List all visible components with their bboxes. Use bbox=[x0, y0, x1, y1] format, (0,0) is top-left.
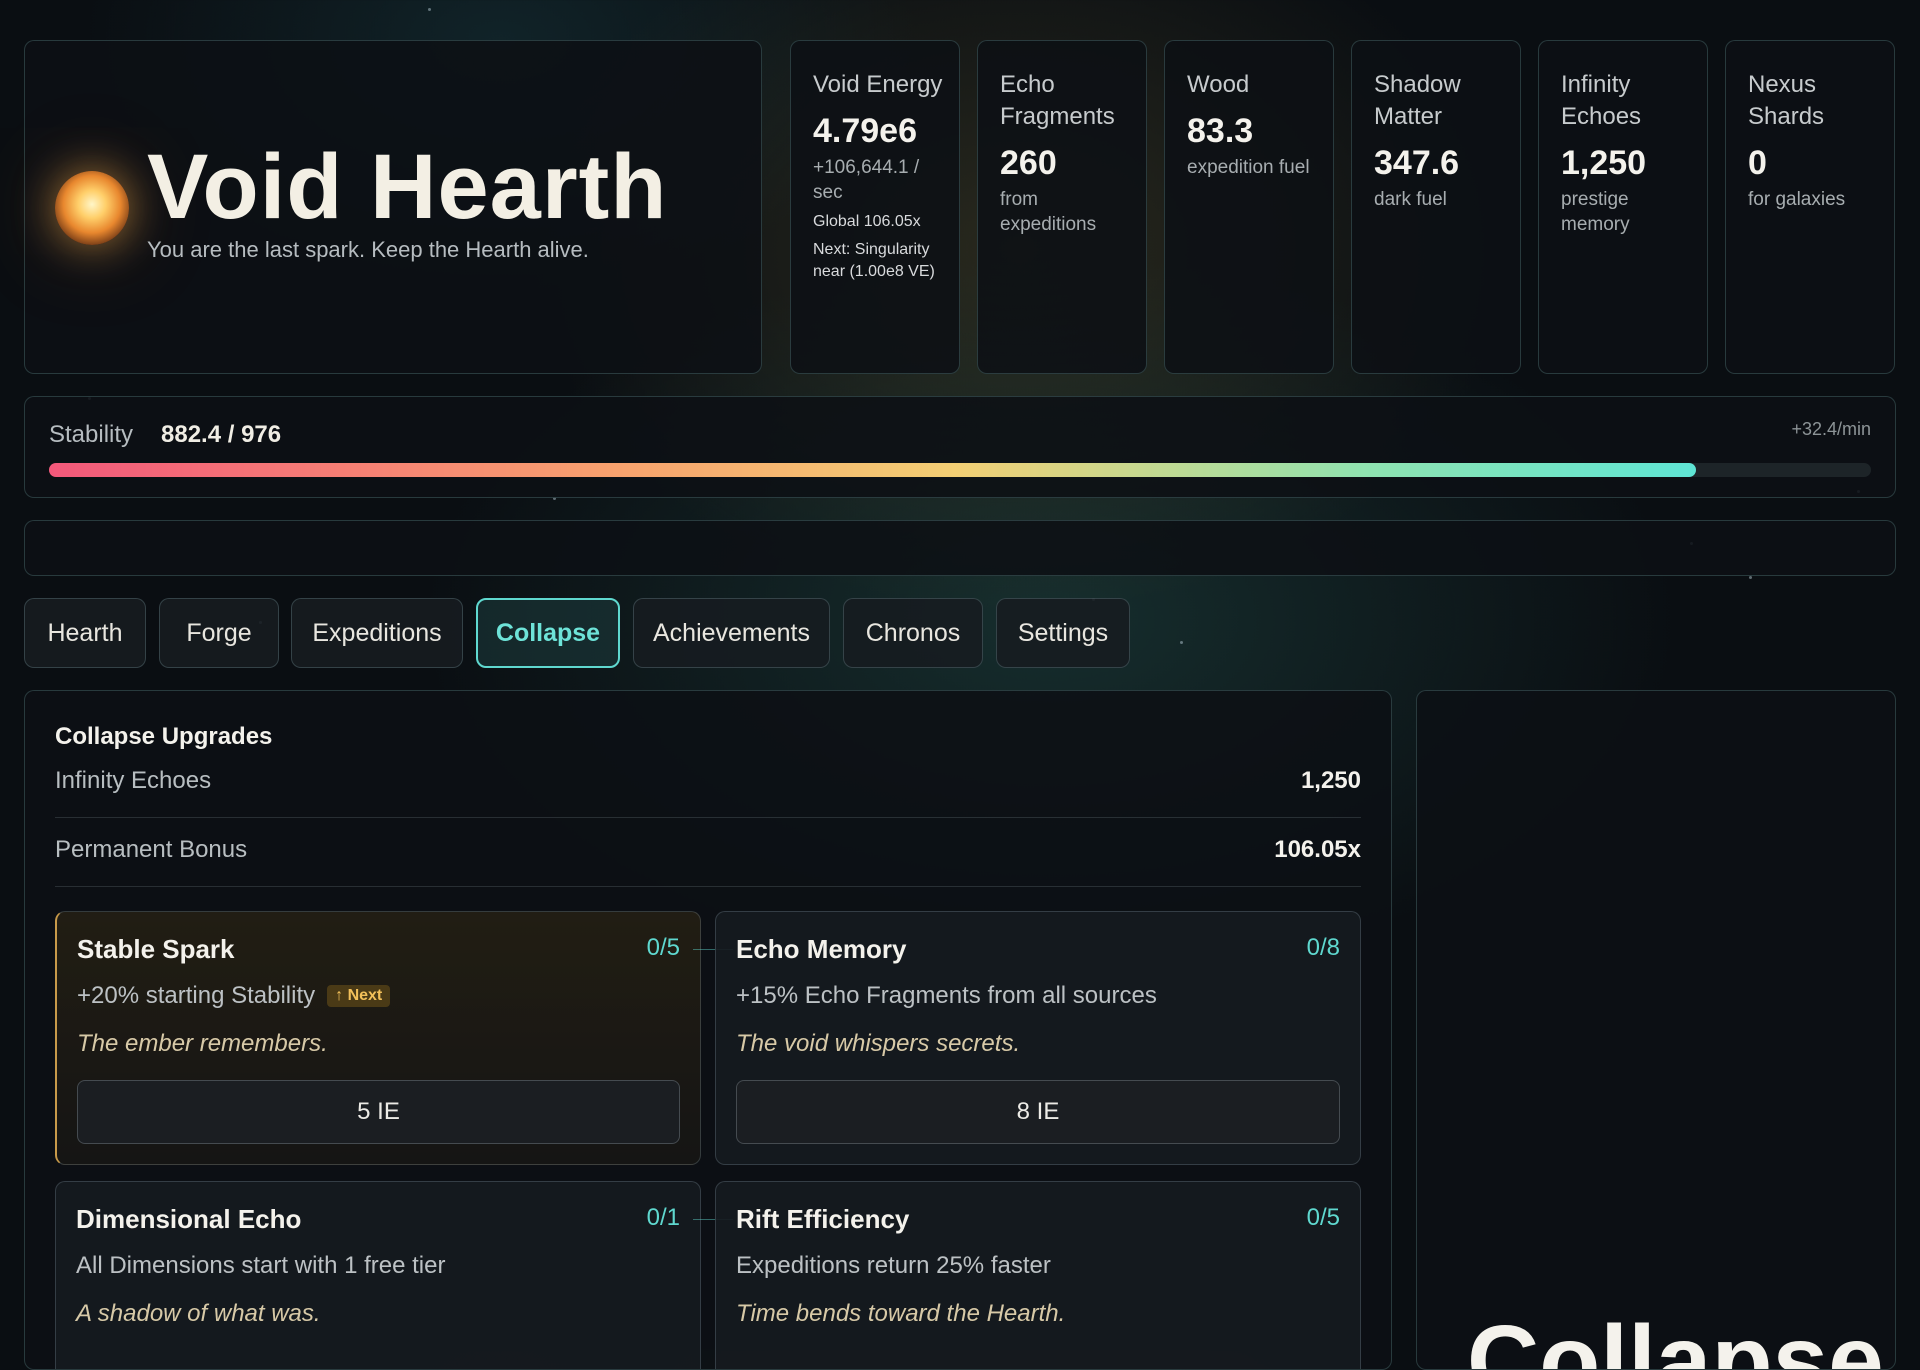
stability-bar bbox=[49, 463, 1871, 477]
global-multiplier: Global 106.05x bbox=[813, 213, 921, 230]
stat-permanent-bonus: Permanent Bonus 106.05x bbox=[55, 818, 1361, 887]
game-title: Void Hearth bbox=[147, 136, 668, 238]
section-title: Collapse Upgrades bbox=[55, 723, 273, 750]
resource-label: Echo Fragments bbox=[1000, 71, 1115, 130]
upgrade-name: Echo Memory bbox=[736, 934, 907, 964]
upgrade-description: All Dimensions start with 1 free tier bbox=[76, 1252, 446, 1279]
tab-settings[interactable]: Settings bbox=[996, 598, 1130, 668]
resource-value: 83.3 bbox=[1187, 112, 1254, 150]
notification-bar bbox=[24, 520, 1896, 576]
upgrade-card-echo-memory: Echo Memory 0/8 +15% Echo Fragments from… bbox=[715, 911, 1361, 1165]
upgrade-card-dimensional-echo: Dimensional Echo 0/1 All Dimensions star… bbox=[55, 1181, 701, 1369]
side-panel-heading: Collapse bbox=[1467, 1305, 1884, 1370]
tab-achievements[interactable]: Achievements bbox=[633, 598, 830, 668]
upgrade-flavor: A shadow of what was. bbox=[76, 1300, 321, 1327]
upgrade-flavor: The void whispers secrets. bbox=[736, 1030, 1021, 1057]
upgrade-description-text: +20% starting Stability bbox=[77, 982, 316, 1009]
resource-void-energy: Void Energy 4.79e6 +106,644.1 / sec Glob… bbox=[790, 40, 960, 374]
tab-hearth[interactable]: Hearth bbox=[24, 598, 146, 668]
upgrade-name: Rift Efficiency bbox=[736, 1204, 910, 1234]
star-dot bbox=[428, 8, 431, 11]
resource-label: Infinity Echoes bbox=[1561, 71, 1642, 130]
resource-label: Nexus Shards bbox=[1748, 71, 1825, 130]
resource-nexus-shards: Nexus Shards 0 for galaxies bbox=[1725, 40, 1895, 374]
stat-label: Infinity Echoes bbox=[55, 767, 212, 794]
game-tagline: You are the last spark. Keep the Hearth … bbox=[147, 237, 589, 262]
resource-wood: Wood 83.3 expedition fuel bbox=[1164, 40, 1334, 374]
resource-note: from expeditions bbox=[1000, 189, 1097, 235]
upgrade-description: +20% starting Stability ↑ Next bbox=[77, 982, 391, 1010]
stability-bar-fill bbox=[49, 463, 1697, 477]
resource-label: Wood bbox=[1187, 71, 1250, 98]
upgrade-description: Expeditions return 25% faster bbox=[736, 1252, 1051, 1279]
upgrade-card-stable-spark: Stable Spark 0/5 +20% starting Stability… bbox=[55, 911, 701, 1165]
next-badge: ↑ Next bbox=[327, 985, 391, 1007]
resource-note: dark fuel bbox=[1374, 189, 1447, 210]
upgrade-level: 0/1 bbox=[646, 1204, 680, 1231]
tab-chronos[interactable]: Chronos bbox=[843, 598, 983, 668]
upgrade-description: +15% Echo Fragments from all sources bbox=[736, 982, 1157, 1009]
resource-note: for galaxies bbox=[1748, 189, 1846, 210]
resource-value: 4.79e6 bbox=[813, 112, 917, 150]
buy-echo-memory-button[interactable]: 8 IE bbox=[736, 1080, 1340, 1144]
upgrade-level: 0/8 bbox=[1306, 934, 1340, 961]
resource-label: Shadow Matter bbox=[1374, 71, 1461, 130]
buy-stable-spark-button[interactable]: 5 IE bbox=[77, 1080, 680, 1144]
stability-panel: Stability 882.4 / 976 +32.4/min bbox=[24, 396, 1896, 498]
upgrade-name: Stable Spark bbox=[77, 934, 235, 964]
stat-label: Permanent Bonus bbox=[55, 836, 248, 863]
resource-note: prestige memory bbox=[1561, 189, 1630, 235]
header-panel: Void Hearth You are the last spark. Keep… bbox=[24, 40, 762, 374]
tab-forge[interactable]: Forge bbox=[159, 598, 279, 668]
upgrade-flavor: The ember remembers. bbox=[77, 1030, 328, 1057]
tab-collapse[interactable]: Collapse bbox=[476, 598, 620, 668]
resource-label: Void Energy bbox=[813, 71, 943, 98]
next-milestone: Next: Singularity near (1.00e8 VE) bbox=[813, 241, 935, 280]
upgrade-flavor: Time bends toward the Hearth. bbox=[736, 1300, 1066, 1327]
stat-infinity-echoes: Infinity Echoes 1,250 bbox=[55, 749, 1361, 818]
stability-value: 882.4 / 976 bbox=[161, 421, 282, 448]
resource-shadow-matter: Shadow Matter 347.6 dark fuel bbox=[1351, 40, 1521, 374]
stability-label: Stability bbox=[49, 421, 134, 448]
resource-value: 0 bbox=[1748, 144, 1767, 182]
collapse-panel: Collapse Upgrades Infinity Echoes 1,250 … bbox=[24, 690, 1392, 1370]
stat-value: 1,250 bbox=[1300, 767, 1361, 794]
stability-rate: +32.4/min bbox=[1791, 419, 1871, 439]
resource-infinity-echoes: Infinity Echoes 1,250 prestige memory bbox=[1538, 40, 1708, 374]
tab-expeditions[interactable]: Expeditions bbox=[291, 598, 463, 668]
upgrade-name: Dimensional Echo bbox=[76, 1204, 302, 1234]
star-dot bbox=[1749, 576, 1752, 579]
side-panel: Collapse bbox=[1416, 690, 1896, 1370]
resource-rate: +106,644.1 / sec bbox=[813, 157, 920, 203]
stat-value: 106.05x bbox=[1274, 836, 1361, 863]
resource-value: 1,250 bbox=[1561, 144, 1647, 182]
upgrade-level: 0/5 bbox=[1306, 1204, 1340, 1231]
resource-echo-fragments: Echo Fragments 260 from expeditions bbox=[977, 40, 1147, 374]
upgrade-level: 0/5 bbox=[646, 934, 680, 961]
star-dot bbox=[1180, 641, 1183, 644]
resource-note: expedition fuel bbox=[1187, 157, 1310, 178]
glowing-orb-icon bbox=[55, 171, 129, 245]
upgrade-card-rift-efficiency: Rift Efficiency 0/5 Expeditions return 2… bbox=[715, 1181, 1361, 1369]
resource-value: 347.6 bbox=[1374, 144, 1460, 182]
resource-value: 260 bbox=[1000, 144, 1057, 182]
